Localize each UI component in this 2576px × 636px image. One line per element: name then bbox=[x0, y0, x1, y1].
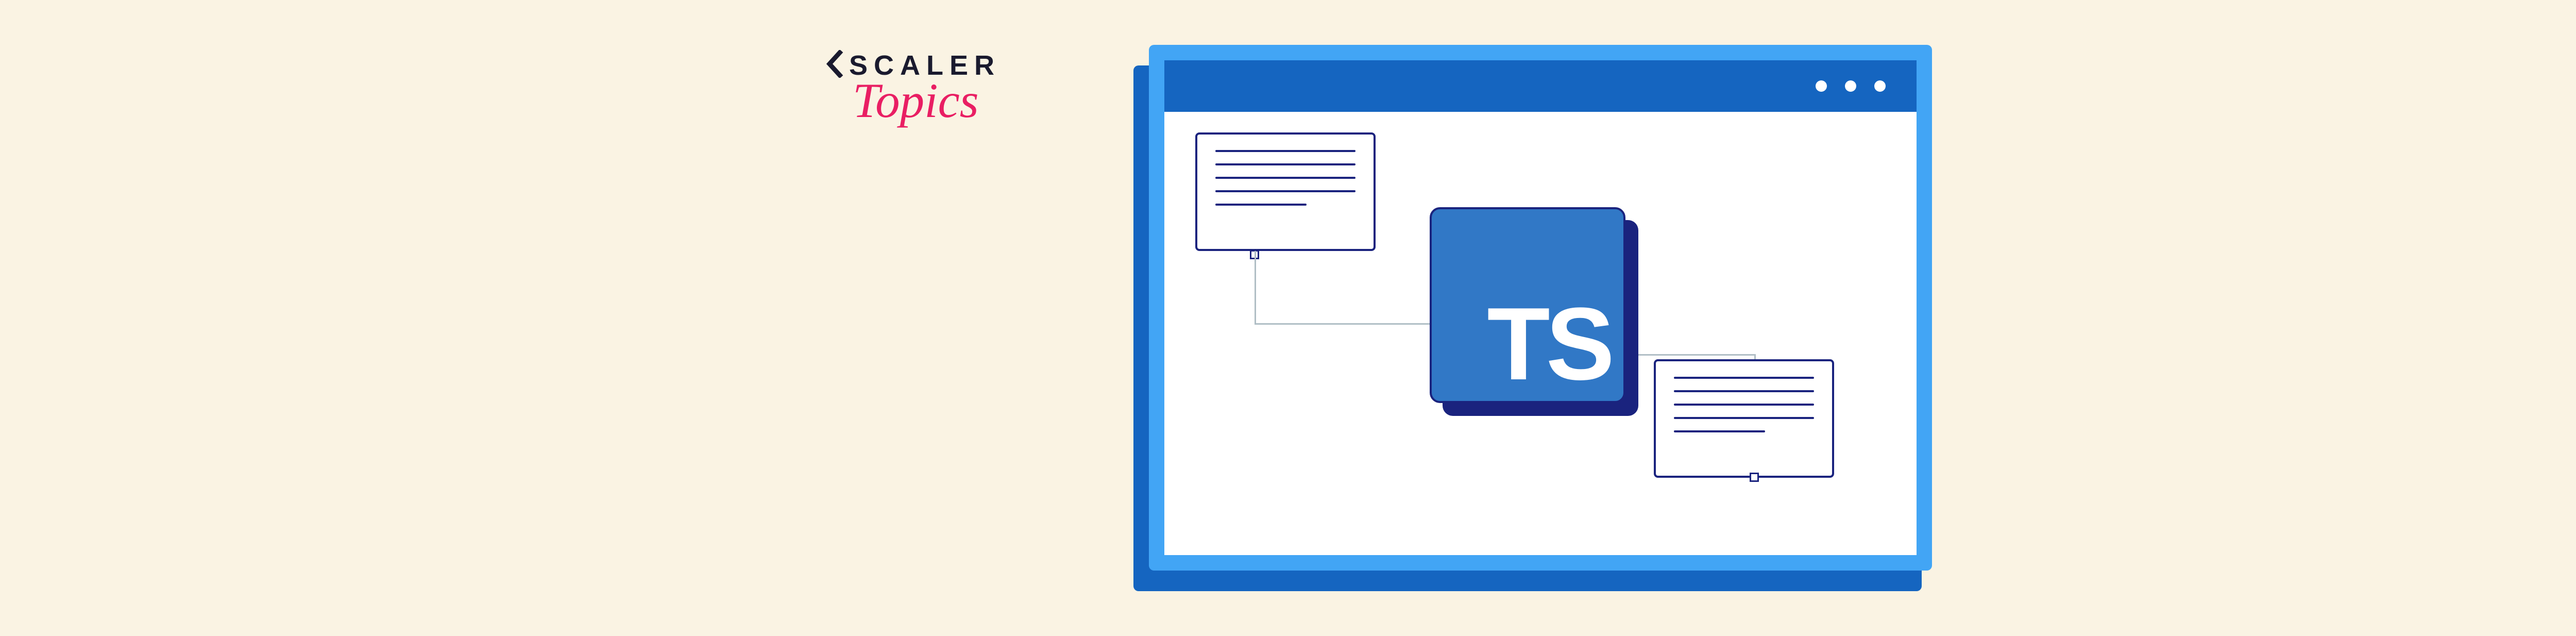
scaler-topics-logo: SCALER Topics bbox=[824, 50, 1001, 123]
illustration-container: SCALER Topics bbox=[824, 35, 2267, 601]
document-card bbox=[1654, 359, 1834, 478]
connector-line bbox=[1255, 323, 1430, 325]
window-control-dot bbox=[1845, 80, 1856, 92]
connector-node bbox=[1750, 473, 1759, 482]
text-line bbox=[1215, 190, 1355, 192]
browser-window-illustration: TS bbox=[1133, 45, 1932, 591]
connector-line bbox=[1628, 354, 1754, 356]
text-line bbox=[1215, 204, 1307, 206]
text-line bbox=[1674, 404, 1814, 406]
connector-line bbox=[1255, 251, 1256, 323]
text-line bbox=[1215, 150, 1355, 152]
window-titlebar bbox=[1164, 60, 1917, 112]
window-body: TS bbox=[1164, 112, 1917, 555]
typescript-logo-text: TS bbox=[1487, 300, 1611, 388]
document-card bbox=[1195, 132, 1376, 251]
text-line bbox=[1215, 163, 1355, 165]
text-line bbox=[1674, 377, 1814, 379]
text-line bbox=[1674, 390, 1814, 392]
text-line bbox=[1674, 417, 1814, 419]
text-line bbox=[1215, 177, 1355, 179]
window-control-dot bbox=[1874, 80, 1886, 92]
window-control-dot bbox=[1816, 80, 1827, 92]
text-line bbox=[1674, 430, 1765, 432]
typescript-badge: TS bbox=[1430, 207, 1625, 403]
logo-topics-text: Topics bbox=[853, 79, 1001, 123]
chevron-left-icon bbox=[824, 50, 845, 81]
window-main: TS bbox=[1149, 45, 1932, 571]
